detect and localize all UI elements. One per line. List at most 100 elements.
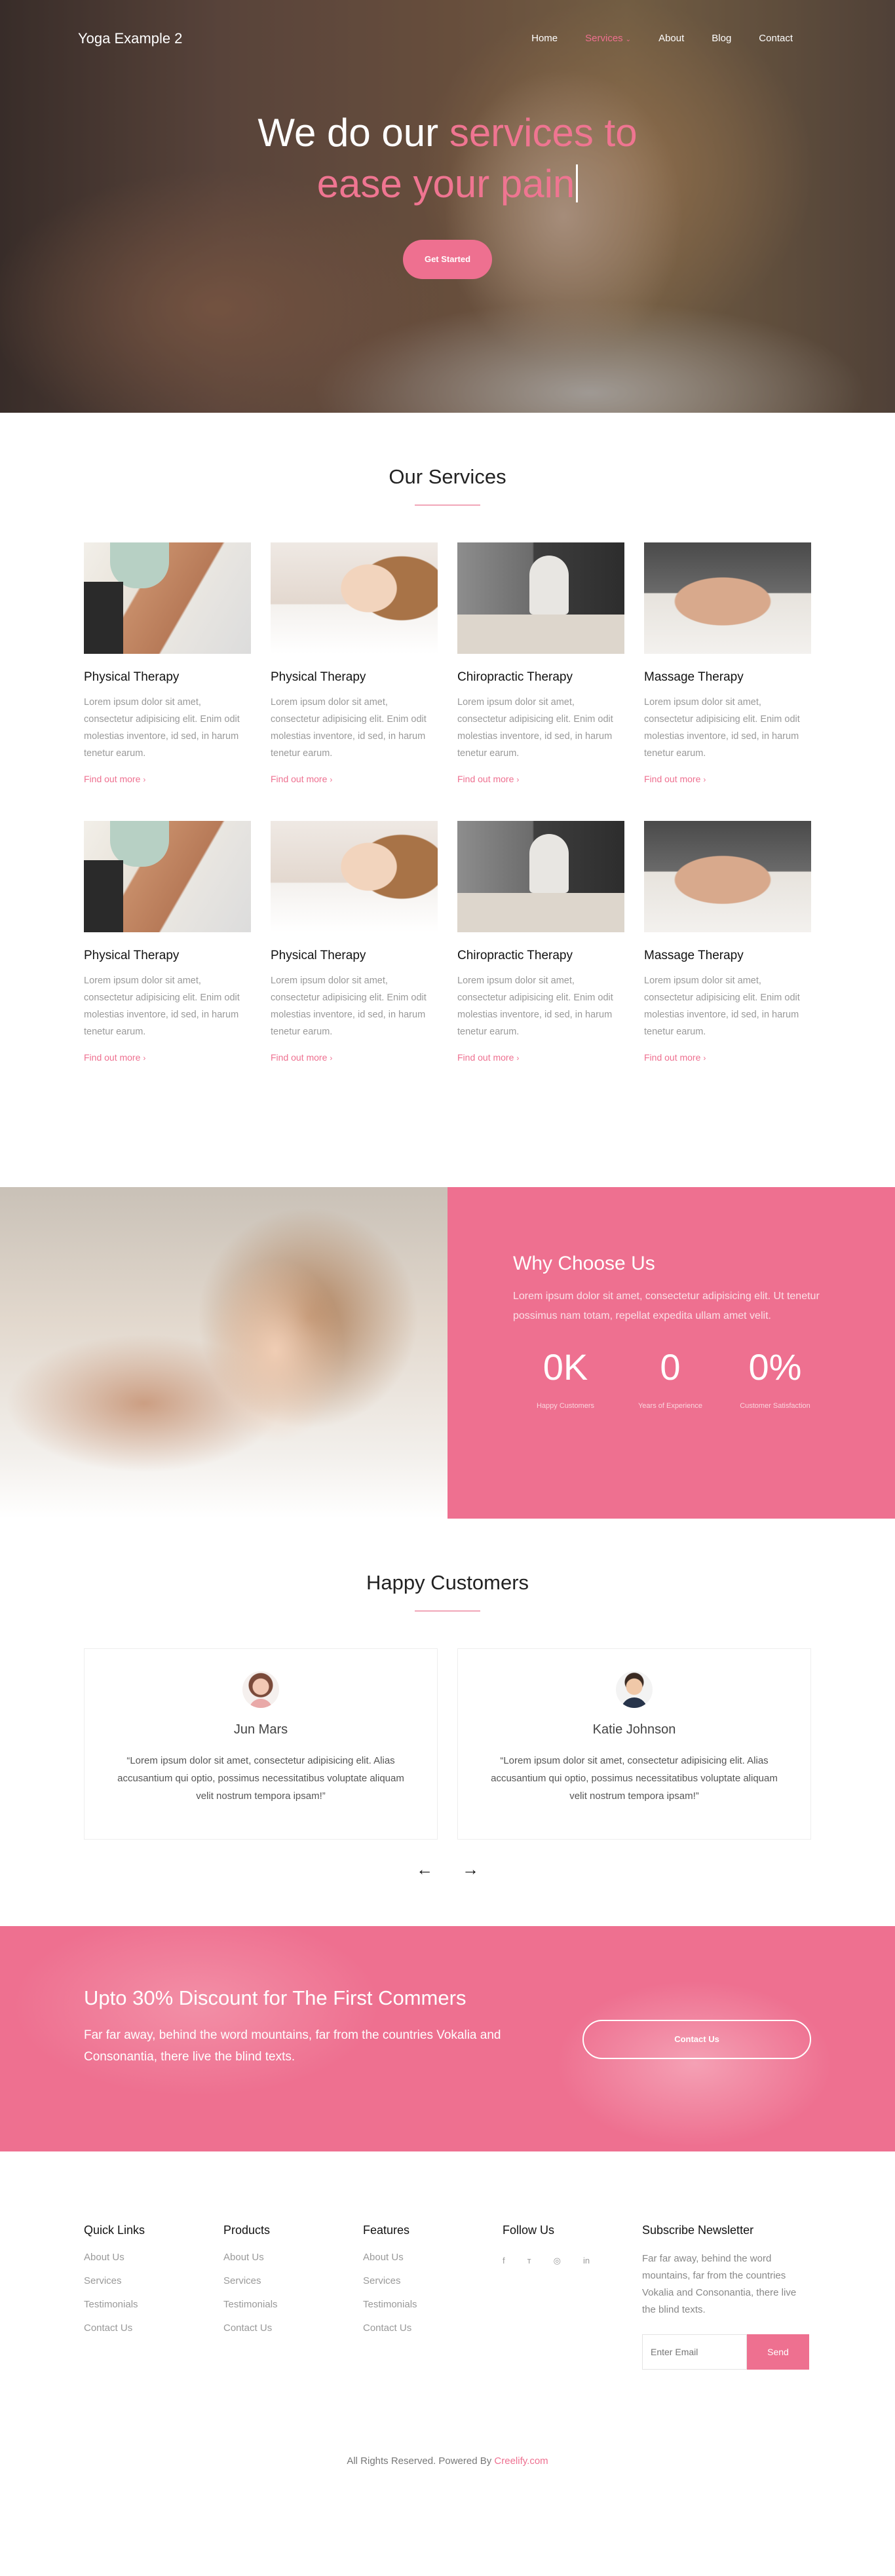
footer-link[interactable]: About Us xyxy=(363,2252,404,2263)
carousel-controls: ← → xyxy=(0,1859,895,1880)
footer-link[interactable]: About Us xyxy=(223,2252,264,2263)
nav-home[interactable]: Home xyxy=(531,33,558,44)
service-image xyxy=(457,542,624,654)
linkedin-icon[interactable]: in xyxy=(583,2256,590,2266)
find-out-more-link[interactable]: Find out more › xyxy=(457,774,519,784)
chevron-right-icon: › xyxy=(143,775,146,784)
testimonial-card: Katie Johnson “Lorem ipsum dolor sit ame… xyxy=(457,1648,811,1840)
find-out-more-link[interactable]: Find out more › xyxy=(84,1052,145,1063)
service-image xyxy=(84,821,251,932)
find-out-more-link[interactable]: Find out more › xyxy=(271,1052,332,1063)
chevron-right-icon: › xyxy=(330,1053,333,1063)
find-out-more-link[interactable]: Find out more › xyxy=(644,774,706,784)
footer-link[interactable]: Services xyxy=(363,2275,401,2286)
chevron-right-icon: › xyxy=(516,1053,520,1063)
service-card: Massage Therapy Lorem ipsum dolor sit am… xyxy=(644,542,811,821)
find-out-more-link[interactable]: Find out more › xyxy=(84,774,145,784)
hero-title-accent-2: ease your pain xyxy=(316,162,575,206)
service-card: Physical Therapy Lorem ipsum dolor sit a… xyxy=(84,542,251,821)
service-image xyxy=(644,821,811,932)
footer-link[interactable]: Testimonials xyxy=(363,2299,417,2310)
service-card: Physical Therapy Lorem ipsum dolor sit a… xyxy=(84,821,251,1099)
find-out-more-link[interactable]: Find out more › xyxy=(457,1052,519,1063)
brand-logo[interactable]: Yoga Example 2 xyxy=(78,30,182,47)
stat-happy-customers: 0K Happy Customers xyxy=(513,1344,618,1410)
service-title: Massage Therapy xyxy=(644,670,744,684)
nav-contact[interactable]: Contact xyxy=(759,33,793,44)
footer-link[interactable]: Contact Us xyxy=(223,2322,272,2334)
why-choose-section: Why Choose Us Lorem ipsum dolor sit amet… xyxy=(0,1187,895,1519)
get-started-button[interactable]: Get Started xyxy=(403,240,492,279)
title-divider xyxy=(415,1610,480,1612)
services-title: Our Services xyxy=(389,465,506,488)
testimonial-carousel: Jun Mars “Lorem ipsum dolor sit amet, co… xyxy=(84,1648,895,1840)
services-grid: Physical Therapy Lorem ipsum dolor sit a… xyxy=(84,542,895,1099)
service-card: Chiropractic Therapy Lorem ipsum dolor s… xyxy=(457,821,624,1099)
twitter-icon[interactable]: ᴛ xyxy=(527,2256,531,2266)
footer-col-title: Quick Links xyxy=(84,2224,145,2237)
footer-col-features: Features About Us Services Testimonials … xyxy=(363,2224,503,2370)
footer-link[interactable]: Contact Us xyxy=(84,2322,132,2334)
service-title: Chiropractic Therapy xyxy=(457,949,573,962)
discount-title: Upto 30% Discount for The First Commers xyxy=(84,1986,467,2009)
top-nav: Yoga Example 2 Home Services ⌄ About Blog… xyxy=(0,0,895,79)
stat-customer-satisfaction: 0% Customer Satisfaction xyxy=(723,1344,828,1410)
footer-col-newsletter: Subscribe Newsletter Far far away, behin… xyxy=(642,2224,809,2370)
nav-services[interactable]: Services ⌄ xyxy=(585,33,631,44)
instagram-icon[interactable]: ◎ xyxy=(554,2256,561,2266)
footer-col-title: Subscribe Newsletter xyxy=(642,2224,754,2237)
title-divider xyxy=(415,504,480,506)
stat-value: 0% xyxy=(748,1346,802,1388)
service-image xyxy=(271,542,438,654)
service-text: Lorem ipsum dolor sit amet, consectetur … xyxy=(457,975,613,1037)
chevron-right-icon: › xyxy=(703,775,706,784)
footer-link[interactable]: Services xyxy=(84,2275,122,2286)
nav-blog[interactable]: Blog xyxy=(712,33,731,44)
stat-value: 0K xyxy=(543,1346,588,1388)
nav-services-label: Services xyxy=(585,33,623,44)
chevron-right-icon: › xyxy=(516,775,520,784)
service-title: Massage Therapy xyxy=(644,949,744,962)
arrow-left-icon[interactable]: ← xyxy=(416,1859,433,1880)
testimonial-card: Jun Mars “Lorem ipsum dolor sit amet, co… xyxy=(84,1648,438,1840)
service-image xyxy=(457,821,624,932)
footer: Quick Links About Us Services Testimonia… xyxy=(0,2151,895,2576)
find-out-more-label: Find out more xyxy=(644,774,701,784)
hero-title-accent-1: services to xyxy=(449,111,638,155)
service-text: Lorem ipsum dolor sit amet, consectetur … xyxy=(644,975,800,1037)
service-card: Massage Therapy Lorem ipsum dolor sit am… xyxy=(644,821,811,1099)
nav-about[interactable]: About xyxy=(658,33,684,44)
email-input[interactable] xyxy=(642,2334,747,2370)
stat-years-experience: 0 Years of Experience xyxy=(618,1344,723,1410)
newsletter-text: Far far away, behind the word mountains,… xyxy=(642,2253,797,2315)
contact-us-button[interactable]: Contact Us xyxy=(582,2020,811,2059)
powered-by-link[interactable]: Creelify.com xyxy=(494,2455,548,2467)
send-button[interactable]: Send xyxy=(747,2334,809,2370)
service-title: Chiropractic Therapy xyxy=(457,670,573,684)
footer-col-title: Follow Us xyxy=(503,2224,555,2237)
find-out-more-link[interactable]: Find out more › xyxy=(644,1052,706,1063)
copyright: All Rights Reserved. Powered By Creelify… xyxy=(0,2455,895,2467)
service-image xyxy=(271,821,438,932)
hero-title: We do our services to ease your pain xyxy=(0,107,895,210)
footer-link[interactable]: About Us xyxy=(84,2252,124,2263)
service-title: Physical Therapy xyxy=(84,670,180,684)
footer-link[interactable]: Testimonials xyxy=(223,2299,278,2310)
find-out-more-label: Find out more xyxy=(84,774,141,784)
find-out-more-link[interactable]: Find out more › xyxy=(271,774,332,784)
footer-link[interactable]: Services xyxy=(223,2275,261,2286)
stat-value: 0 xyxy=(660,1346,681,1388)
find-out-more-label: Find out more xyxy=(457,1052,514,1063)
find-out-more-label: Find out more xyxy=(457,774,514,784)
testimonials-section: Happy Customers Jun Mars “Lorem ipsum do… xyxy=(0,1519,895,1926)
chevron-down-icon: ⌄ xyxy=(625,36,632,43)
footer-col-title: Features xyxy=(363,2224,410,2237)
service-title: Physical Therapy xyxy=(84,949,180,962)
footer-col-follow: Follow Us f ᴛ ◎ in xyxy=(503,2224,642,2370)
hero-title-plain: We do our xyxy=(257,111,449,155)
arrow-right-icon[interactable]: → xyxy=(462,1859,479,1880)
facebook-icon[interactable]: f xyxy=(503,2256,505,2266)
footer-link[interactable]: Testimonials xyxy=(84,2299,138,2310)
service-text: Lorem ipsum dolor sit amet, consectetur … xyxy=(84,975,240,1037)
footer-link[interactable]: Contact Us xyxy=(363,2322,411,2334)
